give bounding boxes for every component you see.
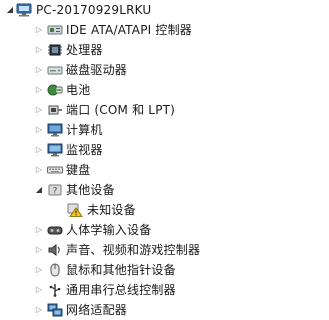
monitor-icon: [47, 143, 63, 157]
usb-icon: [47, 283, 63, 297]
expand-arrow-icon[interactable]: ▷: [33, 300, 45, 320]
svg-text:?: ?: [53, 187, 58, 197]
hid-icon: [47, 223, 63, 237]
monitor-icon: [47, 123, 63, 137]
expand-arrow-icon[interactable]: ▷: [33, 40, 45, 60]
tree-item-label: 未知设备: [87, 203, 136, 217]
collapse-arrow-icon[interactable]: ◢: [4, 0, 16, 20]
expand-arrow-icon[interactable]: ▷: [33, 120, 45, 140]
tree-root-computer[interactable]: ◢ PC-20170929LRKU: [0, 0, 329, 20]
tree-item-other-devices[interactable]: ◢ ? 其他设备: [0, 180, 329, 200]
tree-item-label: 人体学输入设备: [66, 223, 152, 237]
processor-icon: [47, 43, 63, 57]
expand-arrow-icon[interactable]: ▷: [33, 140, 45, 160]
tree-item-monitors[interactable]: ▷ 监视器: [0, 140, 329, 160]
tree-item-label: 鼠标和其他指针设备: [66, 263, 176, 277]
tree-item-hid[interactable]: ▷ 人体学输入设备: [0, 220, 329, 240]
expand-arrow-icon[interactable]: ▷: [33, 220, 45, 240]
tree-item-label: 键盘: [66, 163, 91, 177]
disk-drive-icon: [47, 63, 63, 77]
expand-arrow-icon[interactable]: ▷: [33, 60, 45, 80]
keyboard-icon: [47, 163, 63, 177]
tree-item-label: 电池: [66, 83, 91, 97]
tree-item-label: 网络适配器: [66, 303, 128, 317]
tree-item-ports[interactable]: ▷ 端口 (COM 和 LPT): [0, 100, 329, 120]
unknown-device-icon: ?: [47, 183, 63, 197]
tree-item-ide[interactable]: ▷ IDE ATA/ATAPI 控制器: [0, 20, 329, 40]
tree-item-label: 端口 (COM 和 LPT): [66, 103, 176, 117]
tree-item-network-adapters[interactable]: ▷ 网络适配器: [0, 300, 329, 320]
tree-item-label: 监视器: [66, 143, 103, 157]
tree-item-disk-drives[interactable]: ▷ 磁盘驱动器: [0, 60, 329, 80]
device-manager-tree: ◢ PC-20170929LRKU ▷ IDE ATA/ATAPI 控制器 ▷: [0, 0, 329, 320]
tree-item-usb-controllers[interactable]: ▷ 通用串行总线控制器: [0, 280, 329, 300]
computer-icon: [16, 3, 32, 17]
tree-item-unknown-device[interactable]: 未知设备: [0, 200, 329, 220]
tree-item-sound-video-game[interactable]: ▷ 声音、视频和游戏控制器: [0, 240, 329, 260]
expand-arrow-icon[interactable]: ▷: [33, 80, 45, 100]
tree-root-label: PC-20170929LRKU: [36, 3, 152, 17]
expand-arrow-icon[interactable]: ▷: [33, 260, 45, 280]
expand-arrow-icon[interactable]: ▷: [33, 20, 45, 40]
tree-item-label: 其他设备: [66, 183, 115, 197]
tree-item-keyboards[interactable]: ▷ 键盘: [0, 160, 329, 180]
expand-arrow-icon[interactable]: ▷: [33, 280, 45, 300]
expand-arrow-icon[interactable]: ▷: [33, 240, 45, 260]
tree-item-label: IDE ATA/ATAPI 控制器: [66, 23, 192, 37]
expand-arrow-icon[interactable]: ▷: [33, 160, 45, 180]
expand-arrow-icon[interactable]: ▷: [33, 100, 45, 120]
tree-item-battery[interactable]: ▷ 电池: [0, 80, 329, 100]
tree-item-label: 计算机: [66, 123, 103, 137]
tree-item-label: 处理器: [66, 43, 103, 57]
controller-icon: [47, 23, 63, 37]
battery-icon: [47, 83, 63, 97]
mouse-icon: [47, 263, 63, 277]
network-icon: [47, 303, 63, 317]
speaker-icon: [47, 243, 63, 257]
tree-item-processor[interactable]: ▷ 处理器: [0, 40, 329, 60]
tree-item-mice[interactable]: ▷ 鼠标和其他指针设备: [0, 260, 329, 280]
tree-item-computer[interactable]: ▷ 计算机: [0, 120, 329, 140]
warning-device-icon: [67, 203, 83, 217]
port-icon: [47, 103, 63, 117]
tree-item-label: 通用串行总线控制器: [66, 283, 176, 297]
tree-item-label: 声音、视频和游戏控制器: [66, 243, 201, 257]
tree-item-label: 磁盘驱动器: [66, 63, 128, 77]
collapse-arrow-icon[interactable]: ◢: [33, 180, 45, 200]
